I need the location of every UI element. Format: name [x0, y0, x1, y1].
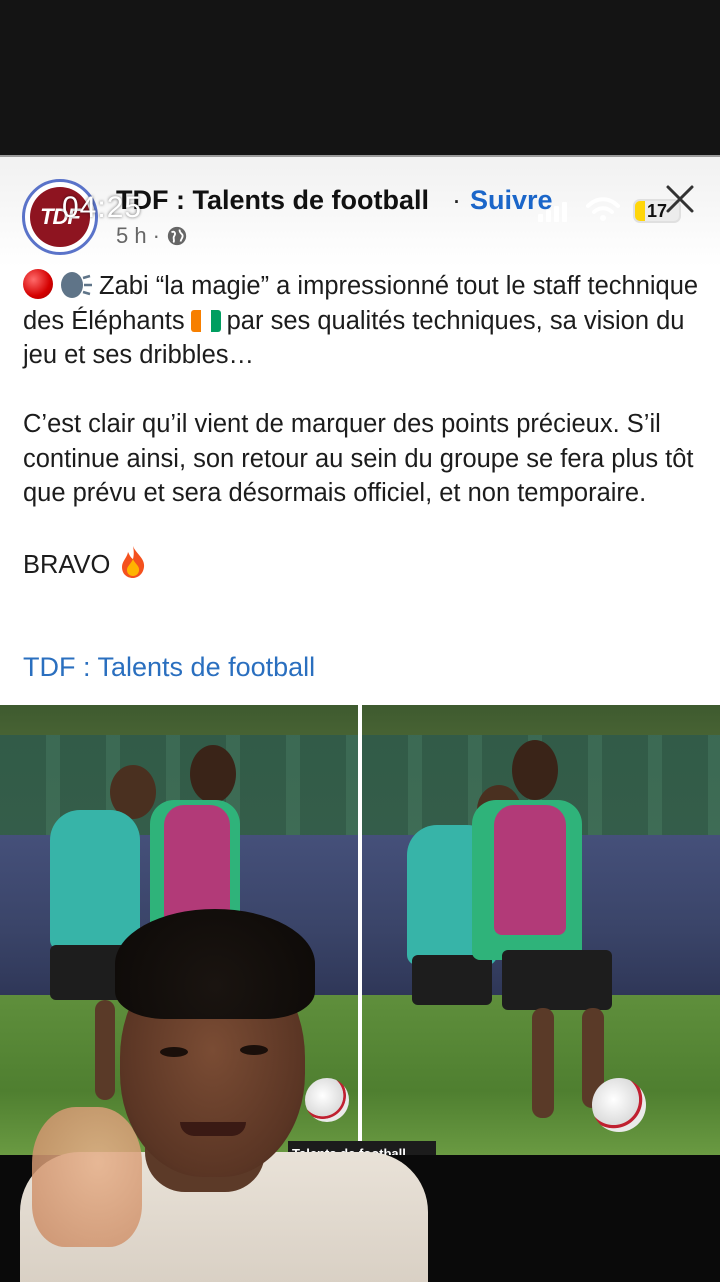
post-card: TDF TDF : Talents de football · Suivre 5… — [0, 155, 720, 1282]
person-hair — [115, 909, 315, 1019]
post-paragraph-2: C’est clair qu’il vient de marquer des p… — [23, 410, 694, 507]
post-paragraph-1: Zabi “la magie” a impressionné tout le s… — [23, 269, 703, 373]
speaking-head-emoji — [61, 272, 92, 298]
red-circle-emoji — [23, 269, 53, 299]
person-eye-left — [160, 1047, 188, 1057]
ivory-coast-flag-emoji — [190, 309, 221, 332]
post-text: Zabi “la magie” a impressionné tout le s… — [23, 269, 703, 583]
person-eye-right — [240, 1045, 268, 1055]
status-time: 04:25 — [62, 191, 143, 224]
close-button[interactable] — [660, 179, 700, 219]
meta-separator: · — [152, 223, 160, 248]
post-paragraph-3: BRAVO — [23, 545, 703, 583]
signal-icon — [538, 202, 567, 222]
header-separator: · — [452, 185, 461, 215]
reaction-video-overlay[interactable] — [20, 897, 428, 1282]
bravo-text: BRAVO — [23, 551, 111, 579]
person-hand — [32, 1107, 142, 1247]
close-icon — [666, 185, 694, 213]
page-link[interactable]: TDF : Talents de football — [23, 652, 315, 683]
globe-icon — [167, 226, 187, 246]
post-meta: 5 h · — [116, 223, 188, 249]
post-time[interactable]: 5 h — [116, 223, 147, 249]
photo-ball-right — [592, 1078, 646, 1132]
battery-fill — [635, 201, 645, 221]
wifi-icon — [586, 197, 620, 221]
fire-emoji — [122, 546, 145, 578]
page-name[interactable]: TDF : Talents de football — [116, 185, 429, 216]
person-mouth — [180, 1122, 246, 1136]
